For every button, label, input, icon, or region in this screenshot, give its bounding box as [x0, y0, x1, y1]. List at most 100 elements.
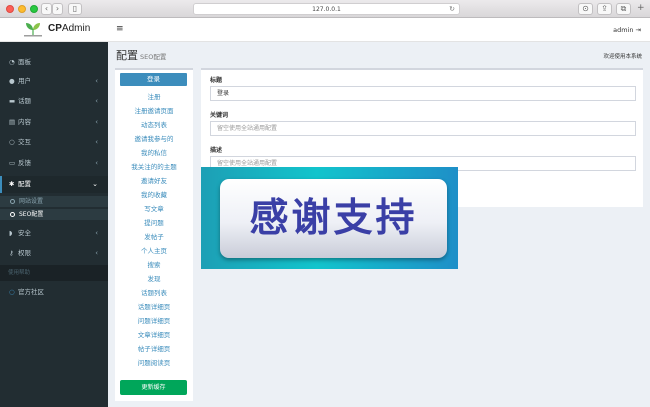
chevron-left-icon: ‹ [95, 229, 98, 237]
logout-icon[interactable]: ⇥ [636, 26, 641, 34]
gear-icon: ✱ [9, 180, 15, 188]
chevron-left-icon: ‹ [95, 249, 98, 257]
sidebar-subitem-seo[interactable]: SEO配置 [0, 209, 108, 220]
page-title: 配置 SEO配置 [116, 49, 167, 62]
sidebar-item-security[interactable]: ◗ 安全 ‹ [0, 225, 108, 242]
keywords-field[interactable]: 留空使用全站通用配置 [210, 121, 636, 136]
chevron-left-icon: ‹ [95, 159, 98, 167]
page-item[interactable]: 问题阅读页 [115, 358, 193, 368]
sidebar-item-dashboard[interactable]: ◔ 面板 [0, 54, 108, 71]
reload-icon[interactable]: ↻ [449, 4, 455, 15]
sidebar-item-community[interactable]: ○ 官方社区 [0, 284, 108, 301]
sidebar-item-label: 内容 [18, 118, 31, 126]
close-window-button[interactable] [6, 5, 14, 13]
sidebar-item-topics[interactable]: ▬ 话题 ‹ [0, 93, 108, 110]
page-item[interactable]: 提问题 [115, 218, 193, 228]
banner-text: 感谢支持 [249, 196, 418, 241]
tabs-icon[interactable]: ⧉ [616, 3, 631, 15]
page-item[interactable]: 我关注的的主题 [115, 162, 193, 172]
logo[interactable]: CPAdmin [0, 18, 108, 42]
dashboard-icon: ◔ [9, 58, 15, 66]
page-item[interactable]: 我的私信 [115, 148, 193, 158]
sidebar-item-feedback[interactable]: ▭ 反馈 ‹ [0, 155, 108, 172]
sidebar-item-label: 面板 [18, 58, 31, 66]
sidebar-item-label: 配置 [18, 180, 31, 188]
page-item[interactable]: 搜索 [115, 260, 193, 270]
page-item[interactable]: 注册 [115, 92, 193, 102]
menu-toggle-icon[interactable]: ≡ [116, 24, 124, 34]
page-item-active[interactable]: 登录 [120, 73, 187, 86]
thanks-banner: 感谢支持 [201, 167, 458, 269]
sidebar-toggle-icon[interactable]: ▯ [68, 3, 82, 15]
chevron-left-icon: ‹ [95, 138, 98, 146]
page-item[interactable]: 邀请我参与的 [115, 134, 193, 144]
forward-button[interactable]: › [52, 3, 63, 15]
page-item[interactable]: 个人主页 [115, 246, 193, 256]
sidebar-item-label: 官方社区 [18, 288, 44, 296]
address-bar[interactable]: 127.0.0.1 ↻ [193, 3, 460, 15]
back-button[interactable]: ‹ [41, 3, 52, 15]
logo-text: CPAdmin [48, 23, 91, 34]
sidebar-subitem-site-settings[interactable]: 网站设置 [0, 196, 108, 207]
shield-icon: ◗ [9, 229, 13, 237]
chevron-left-icon: ‹ [95, 97, 98, 105]
page-item[interactable]: 发帖子 [115, 232, 193, 242]
banner-box: 感谢支持 [220, 179, 447, 258]
title-label: 标题 [210, 77, 223, 84]
top-navbar: ≡ admin ⇥ [108, 18, 650, 42]
feedback-icon: ▭ [9, 159, 16, 167]
sidebar-item-label: 反馈 [18, 159, 31, 167]
chevron-left-icon: ‹ [95, 118, 98, 126]
page-item[interactable]: 我的收藏 [115, 190, 193, 200]
page-item[interactable]: 问题详细页 [115, 316, 193, 326]
sidebar-item-label: 用户 [18, 77, 31, 85]
interact-icon: ○ [9, 138, 15, 146]
admin-app: CPAdmin ◔ 面板 ● 用户 ‹ ▬ 话题 ‹ ▤ 内容 ‹ ○ 交互 ‹ ▭ 反馈 ‹ ✱ 配置… [0, 18, 650, 407]
share-icon[interactable]: ⇪ [597, 3, 612, 15]
page-item[interactable]: 文章详细页 [115, 330, 193, 340]
content-icon: ▤ [9, 118, 16, 126]
page-item[interactable]: 写文章 [115, 204, 193, 214]
sidebar-item-label: 安全 [18, 229, 31, 237]
sidebar-item-config[interactable]: ✱ 配置 ⌄ [0, 176, 108, 193]
topic-icon: ▬ [9, 97, 16, 105]
page-item[interactable]: 动态列表 [115, 120, 193, 130]
sidebar: CPAdmin ◔ 面板 ● 用户 ‹ ▬ 话题 ‹ ▤ 内容 ‹ ○ 交互 ‹ ▭ 反馈 ‹ ✱ 配置… [0, 18, 108, 407]
keywords-label: 关键词 [210, 112, 229, 119]
sidebar-section-header: 使用帮助 [0, 265, 108, 281]
chevron-left-icon: ‹ [95, 77, 98, 85]
title-field[interactable]: 登录 [210, 86, 636, 101]
description-label: 描述 [210, 147, 223, 154]
admin-label: admin [613, 26, 634, 34]
sidebar-item-label: 交互 [18, 138, 31, 146]
page-item[interactable]: 话题列表 [115, 288, 193, 298]
sidebar-item-content[interactable]: ▤ 内容 ‹ [0, 114, 108, 131]
browser-toolbar: ‹ › ▯ 127.0.0.1 ↻ ⊙ ⇪ ⧉ + [0, 0, 650, 18]
minimize-window-button[interactable] [18, 5, 26, 13]
sidebar-subitem-label: SEO配置 [19, 211, 44, 218]
user-icon: ● [9, 77, 15, 85]
page-subtitle: SEO配置 [140, 53, 167, 61]
sidebar-item-interact[interactable]: ○ 交互 ‹ [0, 134, 108, 151]
sidebar-item-label: 权限 [18, 249, 31, 257]
page-item[interactable]: 话题详细页 [115, 302, 193, 312]
new-tab-button[interactable]: + [637, 3, 645, 13]
welcome-text: 欢迎使用本系统 [603, 54, 642, 60]
circle-icon [10, 199, 15, 204]
page-item[interactable]: 发现 [115, 274, 193, 284]
url-text: 127.0.0.1 [312, 6, 341, 13]
circle-icon: ○ [9, 288, 15, 296]
sidebar-item-users[interactable]: ● 用户 ‹ [0, 73, 108, 90]
download-icon[interactable]: ⊙ [578, 3, 593, 15]
update-cache-button[interactable]: 更新缓存 [120, 380, 187, 395]
maximize-window-button[interactable] [30, 5, 38, 13]
chevron-down-icon: ⌄ [92, 180, 98, 188]
seo-page-list: 登录 注册 注册邀请页面 动态列表 邀请我参与的 我的私信 我关注的的主题 邀请… [115, 68, 193, 401]
page-item[interactable]: 邀请好友 [115, 176, 193, 186]
admin-menu[interactable]: admin ⇥ [613, 26, 641, 34]
logo-leaf-icon [24, 23, 42, 37]
key-icon: ⚷ [9, 249, 14, 257]
sidebar-item-permissions[interactable]: ⚷ 权限 ‹ [0, 245, 108, 262]
page-item[interactable]: 帖子详细页 [115, 344, 193, 354]
page-item[interactable]: 注册邀请页面 [115, 106, 193, 116]
